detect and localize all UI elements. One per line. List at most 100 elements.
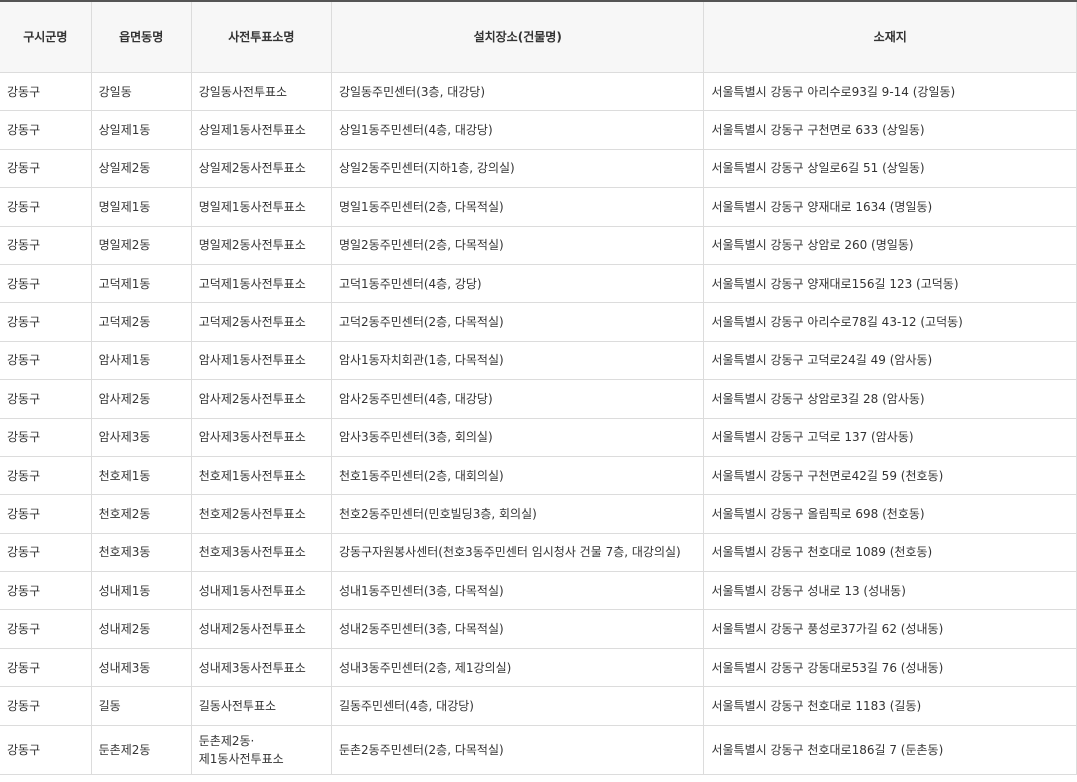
header-place: 설치장소(건물명)	[331, 0, 705, 73]
table-row: 강동구 성내제3동 성내제3동사전투표소 성내3동주민센터(2층, 제1강의실) 서울특…	[0, 648, 1077, 688]
cell-place: 둔촌2동주민센터(2층, 다목적실)	[331, 725, 705, 775]
cell-sigungu: 강동구	[0, 226, 92, 265]
header-dong: 읍면동명	[91, 0, 192, 73]
table-row: 강동구 성내제1동 성내제1동사전투표소 성내1동주민센터(3층, 다목적실) 서울특별…	[0, 571, 1077, 611]
cell-dong: 암사제2동	[91, 379, 192, 419]
cell-station-line1: 둔촌제2동·	[198, 733, 255, 748]
cell-dong: 천호제3동	[91, 533, 192, 573]
cell-station: 고덕제1동사전투표소	[191, 264, 332, 304]
cell-address: 서울특별시 강동구 올림픽로 698 (천호동)	[703, 494, 1077, 534]
cell-place: 강동구자원봉사센터(천호3동주민센터 임시청사 건물 7층, 대강의실)	[331, 533, 705, 573]
cell-place: 암사1동자치회관(1층, 다목적실)	[331, 341, 705, 381]
cell-station: 천호제1동사전투표소	[191, 456, 332, 496]
cell-station: 고덕제2동사전투표소	[191, 302, 332, 342]
header-sigungu: 구시군명	[0, 0, 92, 73]
table-body: 강동구 강일동 강일동사전투표소 강일동주민센터(3층, 대강당) 서울특별시 강동구 …	[0, 72, 1077, 775]
cell-place: 천호1동주민센터(2층, 대회의실)	[331, 456, 705, 496]
cell-address: 서울특별시 강동구 상암로3길 28 (암사동)	[703, 379, 1077, 419]
table-row: 강동구 고덕제1동 고덕제1동사전투표소 고덕1동주민센터(4층, 강당) 서울특별시 …	[0, 264, 1077, 304]
cell-dong: 고덕제1동	[91, 264, 192, 304]
table-row: 강동구 명일제2동 명일제2동사전투표소 명일2동주민센터(2층, 다목적실) 서울특별…	[0, 226, 1077, 265]
cell-dong: 상일제2동	[91, 149, 192, 189]
header-row: 구시군명 읍면동명 사전투표소명 설치장소(건물명) 소재지	[0, 0, 1077, 73]
cell-place: 강일동주민센터(3층, 대강당)	[331, 72, 705, 112]
cell-station: 명일제1동사전투표소	[191, 187, 332, 227]
cell-place: 명일2동주민센터(2층, 다목적실)	[331, 226, 705, 265]
cell-dong: 천호제2동	[91, 494, 192, 534]
cell-station-line2: 제1동사전투표소	[198, 751, 284, 766]
cell-address: 서울특별시 강동구 강동대로53길 76 (성내동)	[703, 648, 1077, 688]
table-row: 강동구 상일제1동 상일제1동사전투표소 상일1동주민센터(4층, 대강당) 서울특별시…	[0, 110, 1077, 150]
cell-sigungu: 강동구	[0, 686, 92, 726]
cell-sigungu: 강동구	[0, 494, 92, 534]
cell-dong: 성내제3동	[91, 648, 192, 688]
cell-station: 암사제2동사전투표소	[191, 379, 332, 419]
cell-place: 상일2동주민센터(지하1층, 강의실)	[331, 149, 705, 189]
cell-address: 서울특별시 강동구 풍성로37가길 62 (성내동)	[703, 609, 1077, 649]
cell-place: 성내2동주민센터(3층, 다목적실)	[331, 609, 705, 649]
cell-address: 서울특별시 강동구 구천면로42길 59 (천호동)	[703, 456, 1077, 496]
cell-sigungu: 강동구	[0, 110, 92, 150]
table-row-last: 강동구 둔촌제2동 둔촌제2동· 제1동사전투표소 둔촌2동주민센터(2층, 다…	[0, 725, 1077, 775]
cell-sigungu: 강동구	[0, 264, 92, 304]
cell-sigungu: 강동구	[0, 379, 92, 419]
cell-sigungu: 강동구	[0, 72, 92, 112]
cell-address: 서울특별시 강동구 고덕로 137 (암사동)	[703, 418, 1077, 457]
cell-sigungu: 강동구	[0, 571, 92, 611]
cell-dong: 성내제2동	[91, 609, 192, 649]
cell-dong: 상일제1동	[91, 110, 192, 150]
cell-station: 강일동사전투표소	[191, 72, 332, 112]
cell-address: 서울특별시 강동구 고덕로24길 49 (암사동)	[703, 341, 1077, 381]
cell-sigungu: 강동구	[0, 149, 92, 189]
table-row: 강동구 상일제2동 상일제2동사전투표소 상일2동주민센터(지하1층, 강의실) 서울특…	[0, 149, 1077, 189]
cell-place: 상일1동주민센터(4층, 대강당)	[331, 110, 705, 150]
cell-sigungu: 강동구	[0, 533, 92, 573]
cell-dong: 암사제3동	[91, 418, 192, 457]
table-row: 강동구 암사제1동 암사제1동사전투표소 암사1동자치회관(1층, 다목적실) 서울특별…	[0, 341, 1077, 381]
cell-station: 상일제2동사전투표소	[191, 149, 332, 189]
table-row: 강동구 명일제1동 명일제1동사전투표소 명일1동주민센터(2층, 다목적실) 서울특별…	[0, 187, 1077, 227]
cell-sigungu: 강동구	[0, 609, 92, 649]
table-row: 강동구 암사제3동 암사제3동사전투표소 암사3동주민센터(3층, 회의실) 서울특별시…	[0, 418, 1077, 457]
cell-sigungu: 강동구	[0, 648, 92, 688]
cell-station: 명일제2동사전투표소	[191, 226, 332, 265]
cell-station: 천호제2동사전투표소	[191, 494, 332, 534]
cell-station: 성내제1동사전투표소	[191, 571, 332, 611]
cell-place: 명일1동주민센터(2층, 다목적실)	[331, 187, 705, 227]
cell-sigungu: 강동구	[0, 725, 92, 775]
cell-address: 서울특별시 강동구 성내로 13 (성내동)	[703, 571, 1077, 611]
cell-sigungu: 강동구	[0, 187, 92, 227]
polling-station-table-container: 구시군명 읍면동명 사전투표소명 설치장소(건물명) 소재지 강동구 강일동 강일동…	[0, 0, 1077, 782]
cell-sigungu: 강동구	[0, 456, 92, 496]
cell-dong: 암사제1동	[91, 341, 192, 381]
cell-address: 서울특별시 강동구 양재대로156길 123 (고덕동)	[703, 264, 1077, 304]
cell-dong: 둔촌제2동	[91, 725, 192, 775]
cell-address: 서울특별시 강동구 구천면로 633 (상일동)	[703, 110, 1077, 150]
polling-station-table: 구시군명 읍면동명 사전투표소명 설치장소(건물명) 소재지 강동구 강일동 강일동…	[0, 0, 1077, 775]
cell-place: 암사3동주민센터(3층, 회의실)	[331, 418, 705, 457]
cell-place: 길동주민센터(4층, 대강당)	[331, 686, 705, 726]
cell-dong: 명일제1동	[91, 187, 192, 227]
cell-station: 성내제3동사전투표소	[191, 648, 332, 688]
cell-dong: 성내제1동	[91, 571, 192, 611]
cell-place: 고덕2동주민센터(2층, 다목적실)	[331, 302, 705, 342]
cell-station: 성내제2동사전투표소	[191, 609, 332, 649]
cell-place: 고덕1동주민센터(4층, 강당)	[331, 264, 705, 304]
cell-dong: 고덕제2동	[91, 302, 192, 342]
cell-address: 서울특별시 강동구 아리수로93길 9-14 (강일동)	[703, 72, 1077, 112]
cell-station: 암사제3동사전투표소	[191, 418, 332, 457]
cell-address: 서울특별시 강동구 양재대로 1634 (명일동)	[703, 187, 1077, 227]
cell-station: 천호제3동사전투표소	[191, 533, 332, 573]
cell-station: 상일제1동사전투표소	[191, 110, 332, 150]
cell-address: 서울특별시 강동구 천호대로 1183 (길동)	[703, 686, 1077, 726]
table-row: 강동구 천호제1동 천호제1동사전투표소 천호1동주민센터(2층, 대회의실) 서울특별…	[0, 456, 1077, 496]
cell-place: 천호2동주민센터(민호빌딩3층, 회의실)	[331, 494, 705, 534]
header-station: 사전투표소명	[191, 0, 332, 73]
cell-address: 서울특별시 강동구 천호대로 1089 (천호동)	[703, 533, 1077, 573]
cell-address: 서울특별시 강동구 상암로 260 (명일동)	[703, 226, 1077, 265]
cell-sigungu: 강동구	[0, 418, 92, 457]
table-row: 강동구 강일동 강일동사전투표소 강일동주민센터(3층, 대강당) 서울특별시 강동구 …	[0, 72, 1077, 112]
table-row: 강동구 고덕제2동 고덕제2동사전투표소 고덕2동주민센터(2층, 다목적실) 서울특별…	[0, 302, 1077, 342]
header-address: 소재지	[703, 0, 1077, 73]
cell-sigungu: 강동구	[0, 302, 92, 342]
